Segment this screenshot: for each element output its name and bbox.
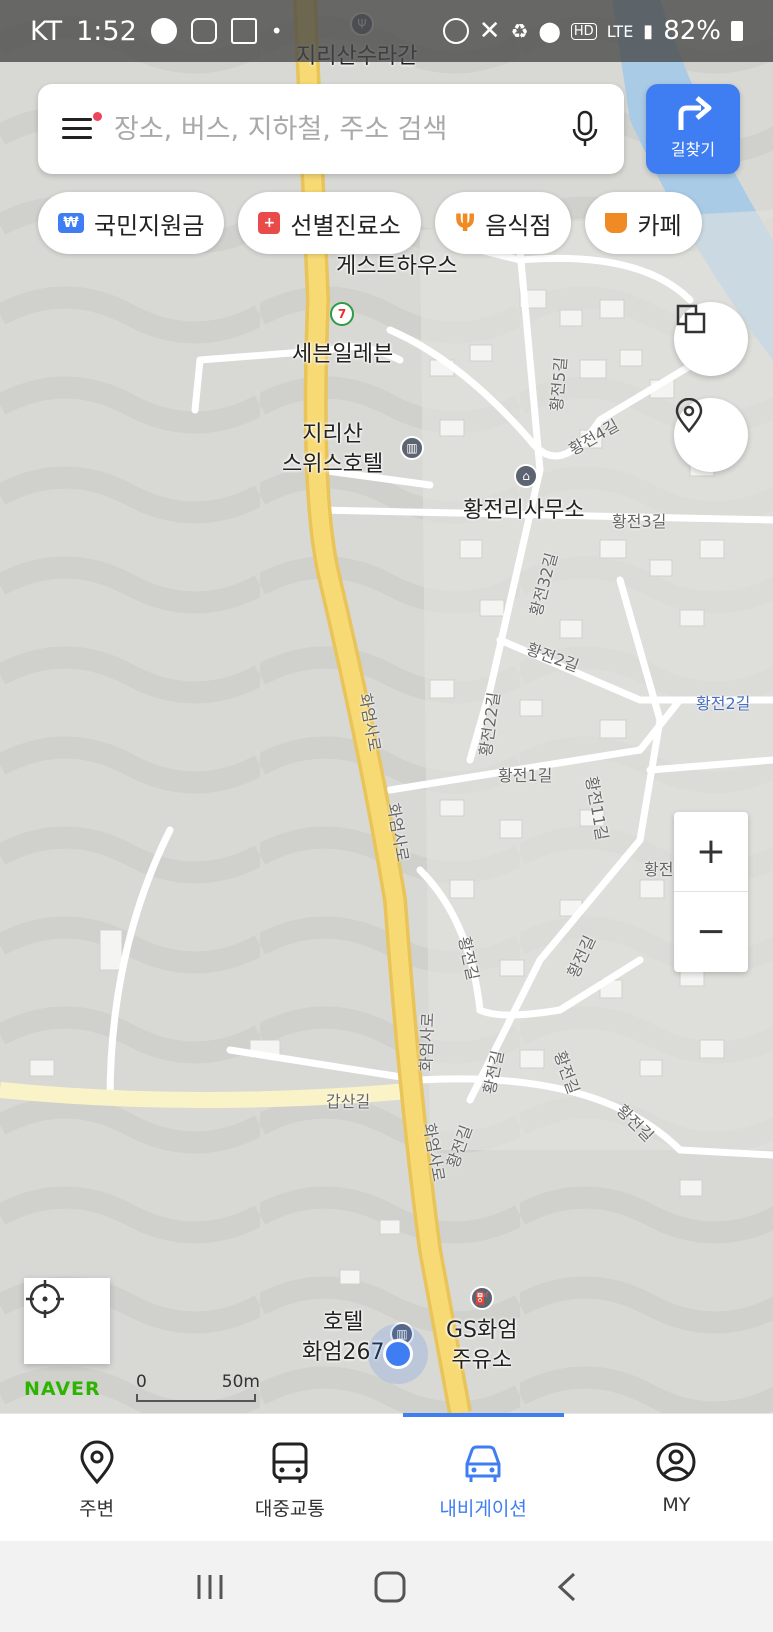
menu-icon[interactable]	[62, 112, 102, 142]
won-card-icon: ₩	[58, 213, 84, 233]
chip-restaurant[interactable]: Ψ 음식점	[434, 192, 572, 254]
chip-label: 카페	[637, 211, 682, 240]
tab-label: 주변	[79, 1498, 115, 1520]
crosshair-icon	[26, 1280, 64, 1318]
new-badge-dot	[93, 112, 102, 121]
road-label-hwangjeon2-right: 황전2길	[696, 694, 751, 713]
office-poi-icon[interactable]: ⌂	[514, 464, 538, 488]
car-icon	[465, 1445, 501, 1482]
chip-screening-clinic[interactable]: + 선별진료소	[238, 192, 421, 254]
directions-button[interactable]: 길찾기	[646, 84, 740, 174]
network-type: LTE	[606, 21, 634, 41]
directions-label: 길찾기	[670, 140, 716, 159]
clock: 1:52	[76, 15, 137, 47]
scale-label: 50m	[221, 1372, 260, 1392]
mail-icon	[230, 18, 257, 44]
microphone-icon[interactable]	[570, 109, 600, 149]
road-label-gapsan: 갑산길	[326, 1092, 371, 1111]
road-label-hwangjeon3: 황전3길	[612, 512, 667, 531]
saved-places-button[interactable]	[674, 398, 748, 472]
current-location-marker	[368, 1324, 428, 1384]
tab-label: 내비게이션	[439, 1498, 527, 1520]
layers-button[interactable]	[674, 302, 748, 376]
bottom-tab-bar: 주변 대중교통 내비게이션 MY	[0, 1413, 773, 1542]
place-label-village-office[interactable]: 황전리사무소	[463, 496, 584, 526]
system-nav-bar	[0, 1541, 773, 1632]
hotel-poi-icon[interactable]: ▥	[400, 436, 424, 460]
medical-cross-icon: +	[258, 212, 281, 234]
tab-label: MY	[662, 1494, 691, 1516]
zoom-in-button[interactable]: +	[674, 812, 748, 891]
scale-zero: 0	[136, 1372, 147, 1392]
my-location-button[interactable]	[24, 1278, 110, 1364]
signal-icon: ▮	[643, 20, 654, 42]
road-label-hwangjeon5: 황전5길	[546, 356, 571, 413]
back-icon[interactable]	[554, 1570, 580, 1604]
tab-nearby[interactable]: 주변	[0, 1414, 193, 1542]
location-icon: ⬤	[538, 19, 561, 43]
coffee-cup-icon	[605, 213, 628, 233]
chip-label: 음식점	[485, 211, 552, 240]
place-label-gs-gas[interactable]: GS화엄 주유소	[446, 1316, 518, 1376]
status-bar: KT 1:52 • ✕ ♻ ⬤ HD LTE ▮ 82%	[0, 0, 773, 62]
chip-label: 선별진료소	[290, 211, 401, 240]
instagram-icon	[190, 18, 217, 44]
place-label-seven-eleven[interactable]: 세븐일레븐	[292, 340, 393, 370]
tab-my[interactable]: MY	[580, 1414, 773, 1542]
tab-label: 대중교통	[254, 1498, 325, 1520]
more-notifications-icon: •	[270, 19, 283, 43]
battery-percent: 82%	[663, 16, 721, 46]
naver-logo: NAVER	[24, 1378, 101, 1400]
tab-navigation[interactable]: 내비게이션	[387, 1413, 580, 1542]
fork-knife-icon: Ψ	[454, 209, 476, 237]
place-label-swiss-hotel[interactable]: 지리산 스위스호텔	[282, 420, 383, 480]
bus-icon	[272, 1442, 308, 1483]
recent-apps-icon[interactable]	[193, 1571, 227, 1603]
chip-relief-fund[interactable]: ₩ 국민지원금	[38, 192, 225, 254]
chip-label: 국민지원금	[94, 211, 205, 240]
search-input[interactable]	[112, 112, 570, 146]
chat-notification-icon	[150, 18, 177, 44]
profile-icon	[656, 1442, 696, 1482]
category-chips: ₩ 국민지원금 + 선별진료소 Ψ 음식점 카페	[38, 192, 702, 254]
search-bar[interactable]	[38, 84, 624, 174]
home-icon[interactable]	[373, 1570, 407, 1604]
layers-icon	[676, 304, 706, 334]
road-label-hwangjeon1: 황전1길	[498, 766, 553, 785]
battery-icon	[731, 21, 743, 41]
carrier: KT	[30, 15, 63, 47]
zoom-out-button[interactable]: −	[674, 891, 748, 971]
place-label-guesthouse[interactable]: 게스트하우스	[336, 252, 457, 282]
convenience-store-poi-icon[interactable]: 7	[330, 302, 354, 326]
data-saver-icon: ♻	[510, 19, 529, 43]
chip-cafe[interactable]: 카페	[585, 192, 702, 254]
turn-right-arrow-icon	[678, 96, 712, 130]
mute-icon: ✕	[478, 16, 501, 46]
road-label-hwaeomsa: 화엄사로	[416, 1012, 438, 1072]
alarm-icon	[442, 18, 469, 44]
nearby-pin-icon	[80, 1440, 114, 1485]
tab-transit[interactable]: 대중교통	[193, 1414, 386, 1542]
zoom-control: + −	[674, 812, 748, 972]
pin-outline-icon	[675, 398, 703, 433]
gas-station-poi-icon[interactable]: ⛽	[470, 1286, 494, 1310]
hd-voice-icon: HD	[570, 22, 597, 40]
